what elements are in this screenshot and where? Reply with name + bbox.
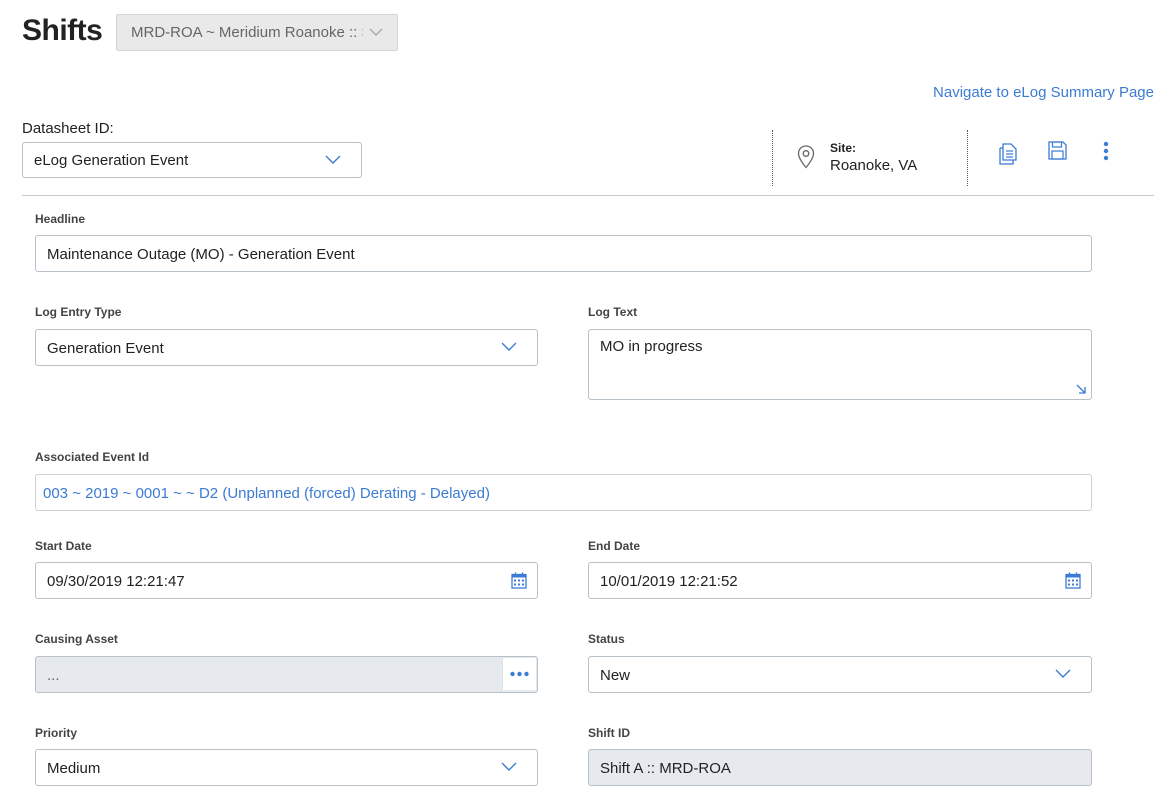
datasheet-label: Datasheet ID: [22, 120, 114, 137]
shift-id-label: Shift ID [588, 726, 630, 740]
log-text-textarea[interactable]: MO in progress [588, 329, 1092, 400]
datasheet-select[interactable]: eLog Generation Event [22, 142, 362, 178]
start-date-label: Start Date [35, 539, 92, 553]
start-date-input[interactable]: 09/30/2019 12:21:47 [35, 562, 538, 599]
status-label: Status [588, 632, 625, 646]
causing-asset-label: Causing Asset [35, 632, 118, 646]
chevron-down-icon [325, 155, 341, 164]
log-text-label: Log Text [588, 305, 638, 319]
causing-asset-browse-button[interactable] [502, 658, 536, 690]
log-text-value: MO in progress [600, 338, 703, 355]
resize-handle-icon[interactable] [1075, 383, 1087, 395]
chevron-down-icon [501, 342, 517, 351]
more-vertical-icon[interactable] [1102, 141, 1110, 161]
datasheet-value: eLog Generation Event [34, 152, 189, 169]
associated-event-id-value[interactable]: 003 ~ 2019 ~ 0001 ~ ~ D2 (Unplanned (for… [43, 485, 490, 502]
associated-event-id-link[interactable]: 003 ~ 2019 ~ 0001 ~ ~ D2 (Unplanned (for… [35, 474, 1092, 511]
priority-value: Medium [47, 760, 101, 777]
log-entry-type-select[interactable]: Generation Event [35, 329, 538, 366]
priority-label: Priority [35, 726, 78, 740]
divider [772, 130, 773, 186]
shift-id-value: Shift A :: MRD-ROA [600, 760, 731, 777]
save-icon[interactable] [1048, 141, 1067, 160]
shift-id-input: Shift A :: MRD-ROA [588, 749, 1092, 786]
end-date-value: 10/01/2019 12:21:52 [600, 573, 738, 590]
headline-value: Maintenance Outage (MO) - Generation Eve… [47, 246, 355, 263]
causing-asset-input[interactable]: ... [35, 656, 538, 693]
divider [22, 195, 1154, 196]
status-value: New [600, 667, 631, 684]
priority-select[interactable]: Medium [35, 749, 538, 786]
log-entry-type-label: Log Entry Type [35, 305, 122, 319]
chevron-down-icon [501, 762, 517, 771]
end-date-input[interactable]: 10/01/2019 12:21:52 [588, 562, 1092, 599]
more-horizontal-icon [510, 671, 529, 677]
status-select[interactable]: New [588, 656, 1092, 693]
associated-event-id-label: Associated Event Id [35, 450, 150, 464]
headline-input[interactable]: Maintenance Outage (MO) - Generation Eve… [35, 235, 1092, 272]
log-entry-type-value: Generation Event [47, 340, 164, 357]
end-date-label: End Date [588, 539, 641, 553]
headline-label: Headline [35, 212, 86, 226]
site-selector[interactable]: MRD-ROA ~ Meridium Roanoke :: S [116, 14, 398, 51]
site-value: Roanoke, VA [830, 157, 918, 174]
site-label: Site: [830, 141, 857, 155]
divider [967, 130, 968, 186]
navigate-elog-summary-link[interactable]: Navigate to eLog Summary Page [933, 84, 1154, 101]
start-date-value: 09/30/2019 12:21:47 [47, 573, 185, 590]
calendar-icon[interactable] [511, 572, 527, 589]
causing-asset-value: ... [47, 667, 60, 684]
page-title: Shifts [22, 14, 103, 47]
location-pin-icon [797, 145, 815, 169]
calendar-icon[interactable] [1065, 572, 1081, 589]
chevron-down-icon [1055, 669, 1071, 678]
site-selector-value: MRD-ROA ~ Meridium Roanoke :: S [131, 24, 363, 41]
chevron-down-icon [369, 28, 383, 36]
copy-document-icon[interactable] [998, 143, 1018, 165]
